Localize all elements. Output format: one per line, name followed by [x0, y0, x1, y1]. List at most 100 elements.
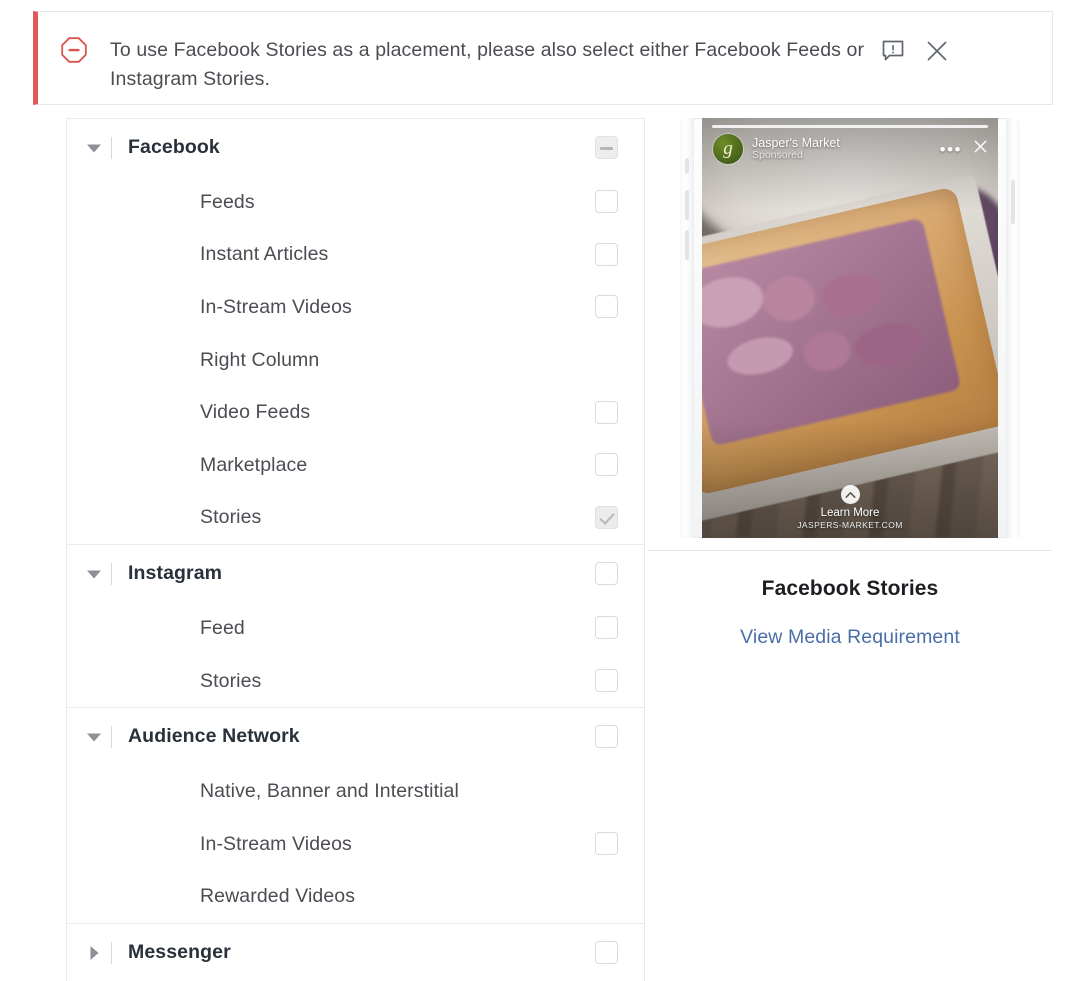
group-header-messenger[interactable]: Messenger	[67, 924, 644, 981]
phone-mockup: g Jasper's Market Sponsored •••	[680, 118, 1020, 538]
close-icon[interactable]	[974, 140, 987, 158]
placement-label: Instant Articles	[200, 243, 328, 266]
checkbox-slot	[595, 401, 619, 425]
chevron-down-icon[interactable]	[83, 569, 105, 579]
close-icon[interactable]	[924, 38, 950, 64]
mute-switch	[685, 158, 689, 174]
placement-row-facebook-stories[interactable]: Stories	[67, 492, 644, 545]
chevron-up-circle-icon[interactable]	[841, 485, 860, 504]
story-progress-bar	[712, 125, 988, 128]
placement-row-an-in-stream-videos[interactable]: In-Stream Videos	[67, 818, 644, 871]
group-checkbox-slot	[595, 562, 619, 586]
placement-group-messenger: Messenger	[67, 924, 644, 981]
placement-tree: Facebook Feeds Instant Articles In-Strea…	[66, 118, 645, 981]
phone-right-edge	[1006, 118, 1020, 538]
banner-actions	[880, 38, 950, 64]
placement-row-rewarded-videos[interactable]: Rewarded Videos	[67, 871, 644, 924]
group-checkbox-slot	[595, 136, 619, 160]
placement-label: Right Column	[200, 349, 319, 372]
placement-checkbox-facebook-stories[interactable]	[595, 506, 618, 529]
ellipsis-icon[interactable]: •••	[940, 141, 962, 158]
sponsored-label: Sponsored	[752, 150, 840, 162]
placement-row-in-stream-videos[interactable]: In-Stream Videos	[67, 281, 644, 334]
placement-checkbox-instant-articles[interactable]	[595, 243, 618, 266]
placement-label: Video Feeds	[200, 401, 310, 424]
group-checkbox-slot	[595, 941, 619, 965]
placement-checkbox-instagram-feed[interactable]	[595, 616, 618, 639]
placement-preview: g Jasper's Market Sponsored •••	[648, 118, 1052, 649]
checkbox-slot	[595, 190, 619, 214]
placement-row-right-column[interactable]: Right Column	[67, 334, 644, 387]
group-label: Instagram	[128, 562, 222, 585]
group-label: Audience Network	[128, 725, 300, 748]
story-actions: •••	[940, 140, 987, 158]
placement-row-instant-articles[interactable]: Instant Articles	[67, 229, 644, 282]
placement-checkbox-in-stream-videos[interactable]	[595, 295, 618, 318]
placement-row-native-banner-interstitial[interactable]: Native, Banner and Interstitial	[67, 765, 644, 818]
story-cta[interactable]: Learn More JASPERS-MARKET.COM	[702, 485, 998, 530]
placement-label: In-Stream Videos	[200, 296, 352, 319]
group-checkbox-audience-network[interactable]	[595, 725, 618, 748]
placement-checkbox-feeds[interactable]	[595, 190, 618, 213]
checkbox-slot	[595, 243, 619, 267]
story-header: g Jasper's Market Sponsored •••	[713, 134, 987, 164]
placement-label: Rewarded Videos	[200, 885, 355, 908]
placement-checkbox-an-in-stream-videos[interactable]	[595, 832, 618, 855]
placement-checkbox-video-feeds[interactable]	[595, 401, 618, 424]
checkbox-slot	[595, 453, 619, 477]
placement-row-instagram-feed[interactable]: Feed	[67, 602, 644, 655]
group-checkbox-messenger[interactable]	[595, 941, 618, 964]
group-header-audience-network[interactable]: Audience Network	[67, 708, 644, 765]
placement-group-audience-network: Audience Network Native, Banner and Inte…	[67, 708, 644, 924]
group-header-facebook[interactable]: Facebook	[67, 119, 644, 176]
placement-label: Feeds	[200, 191, 255, 214]
placement-group-facebook: Facebook Feeds Instant Articles In-Strea…	[67, 119, 644, 545]
placement-label: In-Stream Videos	[200, 833, 352, 856]
story-screen: g Jasper's Market Sponsored •••	[702, 118, 998, 538]
power-button	[1011, 180, 1015, 224]
group-checkbox-facebook[interactable]	[595, 136, 618, 159]
group-divider	[111, 942, 112, 964]
checkbox-slot	[595, 616, 619, 640]
group-divider	[111, 137, 112, 159]
view-media-requirement-link[interactable]: View Media Requirement	[648, 626, 1052, 649]
ad-creative-image	[702, 118, 998, 538]
volume-up-button	[685, 190, 689, 220]
cta-label: Learn More	[702, 507, 998, 519]
chevron-down-icon[interactable]	[83, 732, 105, 742]
placement-label: Feed	[200, 617, 245, 640]
chevron-down-icon[interactable]	[83, 143, 105, 153]
placement-checkbox-instagram-stories[interactable]	[595, 669, 618, 692]
group-divider	[111, 563, 112, 585]
phone-left-edge	[680, 118, 694, 538]
placement-checkbox-marketplace[interactable]	[595, 453, 618, 476]
chevron-right-icon[interactable]	[83, 946, 105, 960]
placements-content: Facebook Feeds Instant Articles In-Strea…	[0, 118, 1080, 976]
feedback-comment-icon[interactable]	[880, 38, 906, 64]
group-header-instagram[interactable]: Instagram	[67, 545, 644, 602]
placement-row-marketplace[interactable]: Marketplace	[67, 439, 644, 492]
placement-label: Marketplace	[200, 454, 307, 477]
placement-row-instagram-stories[interactable]: Stories	[67, 655, 644, 708]
group-checkbox-instagram[interactable]	[595, 562, 618, 585]
error-message: To use Facebook Stories as a placement, …	[110, 36, 880, 94]
placement-label: Native, Banner and Interstitial	[200, 780, 459, 803]
volume-down-button	[685, 230, 689, 260]
group-divider	[111, 726, 112, 748]
placement-row-feeds[interactable]: Feeds	[67, 176, 644, 229]
placement-group-instagram: Instagram Feed Stories	[67, 545, 644, 708]
placement-row-video-feeds[interactable]: Video Feeds	[67, 386, 644, 439]
stop-minus-icon	[60, 36, 88, 64]
placement-label: Stories	[200, 670, 261, 693]
placement-label: Stories	[200, 506, 261, 529]
group-checkbox-slot	[595, 725, 619, 749]
checkbox-slot	[595, 506, 619, 530]
checkbox-slot	[595, 832, 619, 856]
checkbox-slot	[595, 669, 619, 693]
avatar: g	[713, 134, 743, 164]
story-identity: Jasper's Market Sponsored	[752, 136, 840, 162]
preview-divider	[648, 550, 1052, 551]
preview-title: Facebook Stories	[648, 577, 1052, 601]
cta-url: JASPERS-MARKET.COM	[702, 520, 998, 530]
group-label: Facebook	[128, 136, 220, 159]
